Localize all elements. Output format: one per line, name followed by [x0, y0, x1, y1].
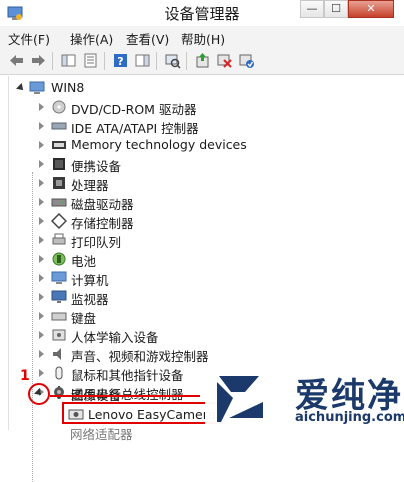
help-icon[interactable]: ?: [112, 52, 129, 69]
annotation-line: [50, 395, 200, 397]
tree-node[interactable]: 监视器: [9, 287, 399, 307]
properties-icon[interactable]: [82, 52, 99, 69]
print-queue-icon: [52, 233, 66, 245]
processor-icon: [53, 177, 65, 189]
scan-hardware-icon[interactable]: [164, 52, 181, 69]
menu-file[interactable]: 文件(F): [8, 29, 50, 48]
tree-node[interactable]: 人体学输入设备: [9, 325, 399, 345]
collapse-arrow-icon[interactable]: [34, 388, 44, 398]
mouse-icon: [55, 366, 63, 380]
svg-text:?: ?: [117, 55, 123, 68]
storage-controller-icon: [51, 213, 67, 229]
tree-node[interactable]: 处理器: [9, 173, 399, 193]
expand-arrow-icon[interactable]: [39, 122, 44, 130]
computer-icon: [51, 271, 67, 284]
imaging-device-icon: [54, 387, 64, 397]
tree-node[interactable]: DVD/CD-ROM 驱动器: [9, 97, 399, 117]
dvd-drive-icon: [52, 100, 66, 114]
back-arrow-icon[interactable]: [8, 52, 25, 69]
collapse-arrow-icon[interactable]: [16, 83, 26, 93]
expand-arrow-icon[interactable]: [39, 255, 44, 263]
show-hide-tree-icon[interactable]: [60, 52, 77, 69]
tree-node[interactable]: 便携设备: [9, 154, 399, 174]
aichunjing-logo-icon: [217, 376, 263, 422]
toolbar-separator: [156, 52, 157, 70]
monitor-icon: [51, 290, 67, 303]
expand-arrow-icon[interactable]: [39, 160, 44, 168]
camera-icon: [68, 409, 84, 420]
watermark-url: aichunjing.com: [295, 410, 404, 425]
toolbar: ?: [0, 48, 404, 75]
ide-controller-icon: [51, 122, 67, 130]
tree-node[interactable]: 存储控制器: [9, 211, 399, 231]
menu-help[interactable]: 帮助(H): [181, 29, 225, 48]
tree-root-label: WIN8: [51, 80, 85, 95]
menu-view[interactable]: 查看(V): [126, 29, 169, 48]
portable-device-icon: [53, 158, 65, 170]
expand-arrow-icon[interactable]: [39, 217, 44, 225]
disk-drive-icon: [51, 198, 67, 207]
toolbar-separator: [52, 52, 53, 70]
expand-arrow-icon[interactable]: [39, 312, 44, 320]
expand-arrow-icon[interactable]: [39, 274, 44, 282]
lenovo-camera-highlight[interactable]: Lenovo EasyCamera: [62, 402, 222, 424]
menu-bar: 文件(F) 操作(A) 查看(V) 帮助(H): [0, 26, 404, 49]
expand-arrow-icon[interactable]: [39, 293, 44, 301]
minimize-button[interactable]: —: [300, 0, 324, 18]
tree-node[interactable]: IDE ATA/ATAPI 控制器: [9, 116, 399, 136]
tree-node[interactable]: 声音、视频和游戏控制器: [9, 344, 399, 364]
close-button[interactable]: ✕: [348, 0, 394, 18]
expand-highlight-circle: [28, 383, 50, 405]
tree-node-partial: 网络适配器: [70, 427, 133, 442]
expand-arrow-icon[interactable]: [39, 350, 44, 358]
tree-root[interactable]: WIN8: [9, 78, 399, 98]
expand-arrow-icon[interactable]: [39, 198, 44, 206]
hid-device-icon: [52, 329, 66, 341]
expand-arrow-icon[interactable]: [39, 331, 44, 339]
expand-arrow-icon[interactable]: [39, 103, 44, 111]
tree-node[interactable]: 磁盘驱动器: [9, 192, 399, 212]
menu-action[interactable]: 操作(A): [70, 29, 113, 48]
toolbar-separator: [186, 52, 187, 70]
tree-node[interactable]: 计算机: [9, 268, 399, 288]
memory-device-icon: [52, 141, 66, 149]
title-bar: 设备管理器 — ☐ ✕: [0, 0, 404, 26]
sound-device-icon: [53, 348, 61, 360]
toolbar-separator: [104, 52, 105, 70]
update-driver-icon[interactable]: [194, 52, 211, 69]
expand-arrow-icon[interactable]: [39, 141, 44, 149]
expand-arrow-icon[interactable]: [39, 236, 44, 244]
watermark: 爱纯净 aichunjing.com: [205, 366, 404, 430]
keyboard-icon: [51, 312, 67, 321]
tree-node[interactable]: 电池: [9, 249, 399, 269]
forward-arrow-icon[interactable]: [30, 52, 47, 69]
expand-arrow-icon[interactable]: [39, 179, 44, 187]
action-pane-icon[interactable]: [134, 52, 151, 69]
tree-node[interactable]: 键盘: [9, 306, 399, 326]
maximize-button[interactable]: ☐: [324, 0, 348, 18]
computer-icon: [29, 81, 45, 94]
expand-arrow-icon[interactable]: [39, 369, 44, 377]
battery-icon: [52, 252, 66, 266]
step-number: 1: [20, 368, 30, 384]
tree-node[interactable]: Memory technology devices: [9, 135, 399, 155]
uninstall-device-icon[interactable]: [238, 52, 255, 69]
device-manager-window: 设备管理器 — ☐ ✕ 文件(F) 操作(A) 查看(V) 帮助(H) ? WI…: [0, 0, 404, 482]
disable-device-icon[interactable]: [216, 52, 233, 69]
tree-node-label: Memory technology devices: [71, 137, 247, 152]
tree-node[interactable]: 打印队列: [9, 230, 399, 250]
tree-child-label: Lenovo EasyCamera: [88, 407, 216, 422]
